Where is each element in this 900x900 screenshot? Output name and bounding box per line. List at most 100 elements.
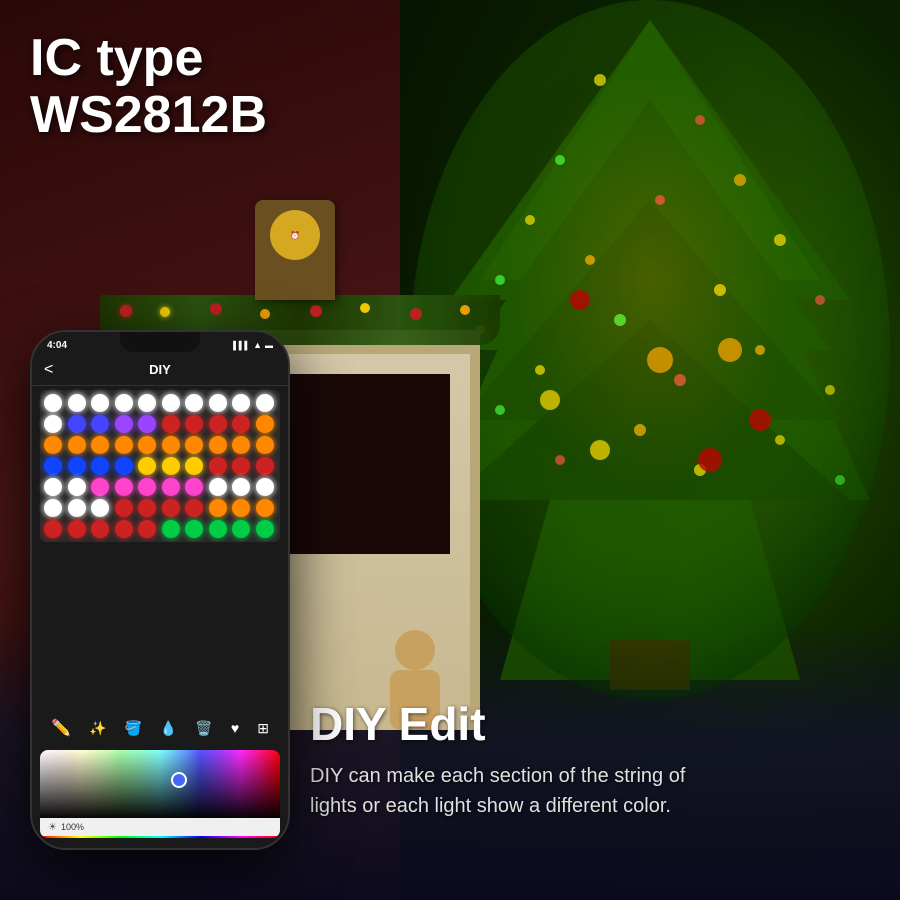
brightness-icon: ☀ (48, 822, 57, 833)
diy-title: DIY Edit (310, 699, 880, 750)
led-dot[interactable] (209, 394, 227, 412)
led-dot[interactable] (115, 436, 133, 454)
led-dot[interactable] (209, 436, 227, 454)
led-dot[interactable] (44, 478, 62, 496)
led-dot[interactable] (68, 520, 86, 538)
led-dot[interactable] (232, 478, 250, 496)
led-dot[interactable] (162, 457, 180, 475)
dropper-icon[interactable]: 💧 (160, 720, 177, 737)
ic-type-line2: WS2812B (30, 87, 267, 144)
led-dot[interactable] (185, 520, 203, 538)
led-dot[interactable] (68, 499, 86, 517)
led-dot[interactable] (91, 415, 109, 433)
led-dot[interactable] (232, 520, 250, 538)
led-dot[interactable] (162, 499, 180, 517)
led-dot[interactable] (162, 478, 180, 496)
led-dot[interactable] (185, 394, 203, 412)
brightness-bar: ☀ 100% (40, 818, 280, 836)
led-dot[interactable] (68, 415, 86, 433)
status-icons: ▌▌▌ ▲ ▬ (233, 340, 273, 350)
led-dot[interactable] (44, 457, 62, 475)
led-dot[interactable] (138, 520, 156, 538)
app-title: DIY (149, 362, 171, 377)
led-dot[interactable] (209, 457, 227, 475)
main-container: ⏰ IC type WS2812B 4:04 ▌▌▌ ▲ ▬ (0, 0, 900, 900)
led-dot[interactable] (209, 520, 227, 538)
grid-icon[interactable]: ⊞ (257, 720, 269, 737)
led-dot[interactable] (256, 394, 274, 412)
led-dot[interactable] (185, 457, 203, 475)
led-dot[interactable] (91, 478, 109, 496)
led-dot[interactable] (44, 499, 62, 517)
led-dot[interactable] (232, 415, 250, 433)
magic-icon[interactable]: ✨ (89, 720, 106, 737)
color-picker[interactable]: ☀ 100% (40, 750, 280, 838)
led-dot[interactable] (185, 415, 203, 433)
phone-screen: 4:04 ▌▌▌ ▲ ▬ < DIY ✏️ (32, 332, 288, 848)
color-picker-gradient (40, 750, 280, 820)
led-dot[interactable] (115, 394, 133, 412)
led-dot[interactable] (232, 394, 250, 412)
led-dot[interactable] (232, 457, 250, 475)
led-dot[interactable] (115, 478, 133, 496)
led-dot[interactable] (138, 499, 156, 517)
led-dot[interactable] (44, 520, 62, 538)
led-dot[interactable] (68, 436, 86, 454)
brightness-value: 100% (61, 822, 84, 832)
led-dot[interactable] (162, 415, 180, 433)
led-dot[interactable] (44, 415, 62, 433)
led-dot[interactable] (91, 457, 109, 475)
app-header: < DIY (32, 354, 288, 386)
led-dot[interactable] (68, 478, 86, 496)
led-dot[interactable] (115, 457, 133, 475)
led-dot[interactable] (185, 436, 203, 454)
led-dot[interactable] (91, 520, 109, 538)
led-dot[interactable] (185, 478, 203, 496)
led-dot[interactable] (185, 499, 203, 517)
led-grid[interactable] (40, 390, 280, 542)
mantle-clock: ⏰ (255, 200, 335, 300)
led-dot[interactable] (209, 478, 227, 496)
led-dot[interactable] (256, 457, 274, 475)
led-dot[interactable] (256, 415, 274, 433)
led-dot[interactable] (138, 436, 156, 454)
led-dot[interactable] (44, 436, 62, 454)
app-toolbar: ✏️ ✨ 🪣 💧 🗑️ ♥ ⊞ (32, 708, 288, 748)
led-dot[interactable] (44, 394, 62, 412)
led-dot[interactable] (209, 415, 227, 433)
led-dot[interactable] (256, 520, 274, 538)
led-dot[interactable] (138, 394, 156, 412)
trash-icon[interactable]: 🗑️ (195, 720, 212, 737)
led-dot[interactable] (256, 499, 274, 517)
led-dot[interactable] (91, 499, 109, 517)
led-dot[interactable] (256, 478, 274, 496)
fill-icon[interactable]: 🪣 (124, 720, 141, 737)
led-dot[interactable] (91, 436, 109, 454)
led-dot[interactable] (138, 478, 156, 496)
led-dot[interactable] (138, 457, 156, 475)
status-bar: 4:04 ▌▌▌ ▲ ▬ (42, 336, 278, 354)
pencil-icon[interactable]: ✏️ (51, 718, 71, 738)
led-dot[interactable] (138, 415, 156, 433)
color-cursor[interactable] (171, 772, 187, 788)
battery-icon: ▬ (265, 341, 273, 350)
led-dot[interactable] (115, 520, 133, 538)
back-button[interactable]: < (44, 361, 53, 379)
led-dot[interactable] (115, 415, 133, 433)
bottom-text-section: DIY Edit DIY can make each section of th… (280, 620, 900, 900)
led-dot[interactable] (162, 520, 180, 538)
led-dot[interactable] (232, 499, 250, 517)
signal-icon: ▌▌▌ (233, 341, 250, 350)
heart-icon[interactable]: ♥ (231, 720, 239, 736)
led-dot[interactable] (162, 394, 180, 412)
top-text-block: IC type WS2812B (30, 30, 267, 144)
led-dot[interactable] (162, 436, 180, 454)
led-dot[interactable] (232, 436, 250, 454)
led-dot[interactable] (256, 436, 274, 454)
led-dot[interactable] (209, 499, 227, 517)
led-dot[interactable] (68, 457, 86, 475)
led-dot[interactable] (115, 499, 133, 517)
phone-device: 4:04 ▌▌▌ ▲ ▬ < DIY ✏️ (30, 330, 290, 850)
led-dot[interactable] (68, 394, 86, 412)
led-dot[interactable] (91, 394, 109, 412)
